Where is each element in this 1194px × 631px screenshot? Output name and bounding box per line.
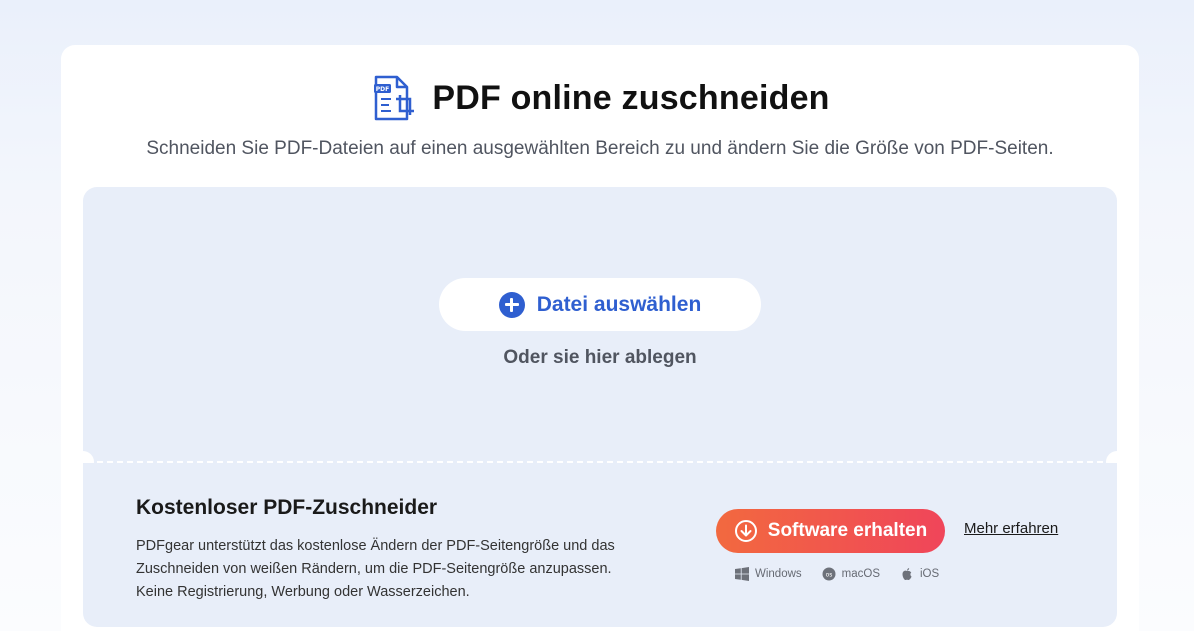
title-row: PDF PDF online zuschneiden — [61, 72, 1139, 124]
promo-title: Kostenloser PDF-Zuschneider — [136, 496, 438, 519]
apple-icon — [902, 568, 912, 580]
platform-label: Windows — [755, 568, 802, 580]
page-title: PDF online zuschneiden — [432, 78, 830, 117]
select-file-button[interactable]: Datei auswählen — [439, 278, 761, 331]
platform-label: iOS — [920, 568, 940, 580]
page-subtitle: Schneiden Sie PDF-Dateien auf einen ausg… — [146, 138, 1054, 159]
promo-description: PDFgear unterstützt das kostenlose Änder… — [136, 535, 676, 604]
platform-list: Windows os macOS iOS — [735, 567, 939, 581]
pdf-crop-icon: PDF — [374, 75, 415, 121]
platform-ios: iOS — [900, 567, 939, 581]
get-software-button[interactable]: Software erhalten — [716, 509, 945, 553]
platform-macos: os macOS — [822, 567, 880, 581]
file-dropzone[interactable]: Datei auswählen Oder sie hier ablegen — [83, 187, 1117, 461]
get-software-label: Software erhalten — [767, 520, 928, 541]
main-card: PDF PDF online zuschneiden Schneiden Sie… — [61, 45, 1139, 631]
macos-icon: os — [822, 567, 836, 581]
learn-more-link[interactable]: Mehr erfahren — [964, 520, 1058, 537]
desktop-promo: Kostenloser PDF-Zuschneider PDFgear unte… — [83, 463, 1117, 627]
svg-text:os: os — [825, 572, 832, 579]
drop-hint: Oder sie hier ablegen — [503, 347, 697, 368]
select-file-label: Datei auswählen — [536, 292, 702, 316]
platform-label: macOS — [841, 568, 880, 580]
promo-description-line: PDFgear unterstützt das kostenlose Änder… — [136, 538, 615, 554]
pdf-badge-text: PDF — [376, 86, 389, 93]
plus-circle-icon — [498, 291, 525, 318]
windows-icon — [735, 567, 749, 581]
promo-description-line: Keine Registrierung, Werbung oder Wasser… — [136, 584, 470, 600]
platform-windows: Windows — [735, 567, 802, 581]
download-circle-icon — [734, 520, 757, 542]
promo-description-line: Zuschneiden von weißen Rändern, um die P… — [136, 561, 612, 577]
